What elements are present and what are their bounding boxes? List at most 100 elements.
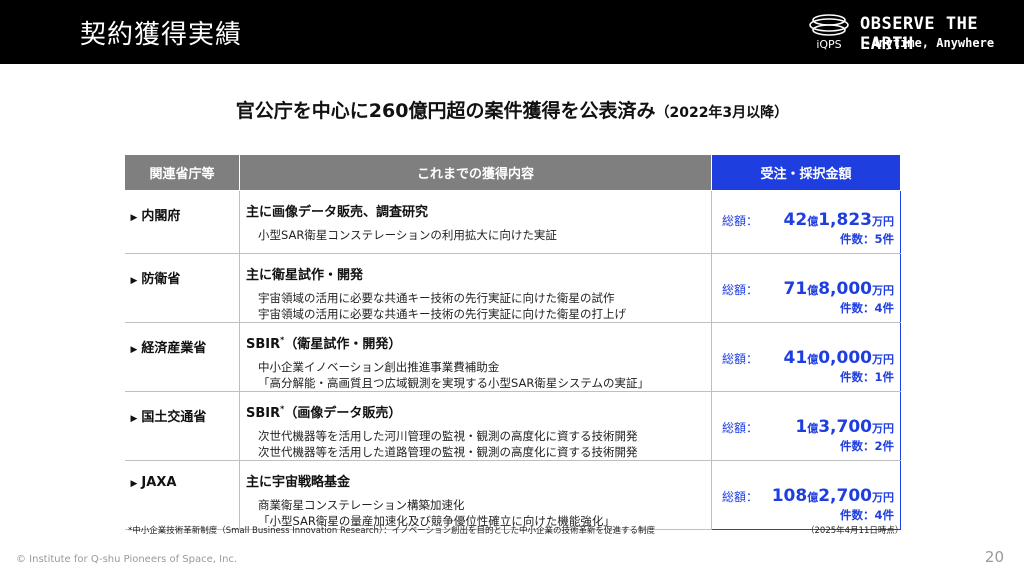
logo-text: iQPS bbox=[816, 38, 841, 51]
unit-man: 万円 bbox=[872, 284, 894, 297]
contract-count: 件数：1件 bbox=[839, 370, 894, 384]
contract-count: 件数：2件 bbox=[839, 439, 894, 453]
content-main: SBIR*（画像データ販売） bbox=[246, 402, 711, 421]
detail-line: 次世代機器等を活用した道路管理の監視・観測の高度化に資する技術開発 bbox=[258, 445, 638, 459]
amount-line: 総額： 71億8,000万円 bbox=[722, 279, 894, 299]
amount-cell: 総額： 108億2,700万円 件数：4件 bbox=[711, 460, 901, 530]
detail-line: 中小企業イノベーション創出推進事業費補助金 bbox=[258, 360, 500, 374]
unit-oku: 億 bbox=[807, 491, 819, 504]
content-cell: SBIR*（衛星試作・開発） 中小企業イノベーション創出推進事業費補助金「高分解… bbox=[239, 322, 712, 392]
agency-cell: ▶ 経済産業省 bbox=[124, 322, 240, 392]
agency-cell: ▶ 防衛省 bbox=[124, 253, 240, 323]
unit-man: 万円 bbox=[872, 491, 894, 504]
detail-line: 宇宙領域の活用に必要な共通キー技術の先行実証に向けた衛星の打上げ bbox=[258, 307, 626, 321]
amount-man: 2,700 bbox=[818, 486, 872, 506]
total-label: 総額： bbox=[722, 352, 759, 366]
content-main: 主に衛星試作・開発 bbox=[246, 264, 711, 283]
unit-oku: 億 bbox=[807, 284, 819, 297]
total-label: 総額： bbox=[722, 283, 759, 297]
amount-cell: 総額： 71億8,000万円 件数：4件 bbox=[711, 253, 901, 323]
agency-name: 防衛省 bbox=[141, 272, 181, 287]
total-label: 総額： bbox=[722, 421, 759, 435]
unit-man: 万円 bbox=[872, 422, 894, 435]
amount-oku: 1 bbox=[795, 417, 808, 437]
triangle-bullet-icon: ▶ bbox=[130, 479, 138, 489]
amount-line: 総額： 42億1,823万円 bbox=[722, 210, 894, 230]
total-label: 総額： bbox=[722, 490, 759, 504]
amount-line: 総額： 1億3,700万円 bbox=[722, 417, 894, 437]
detail-line: 宇宙領域の活用に必要な共通キー技術の先行実証に向けた衛星の試作 bbox=[258, 291, 615, 305]
content-cell: SBIR*（画像データ販売） 次世代機器等を活用した河川管理の監視・観測の高度化… bbox=[239, 391, 712, 461]
amount-man: 3,700 bbox=[818, 417, 872, 437]
triangle-bullet-icon: ▶ bbox=[130, 276, 138, 286]
content-main-text: SBIR bbox=[246, 406, 281, 421]
agency-cell: ▶ 内閣府 bbox=[124, 190, 240, 254]
agency-name: JAXA bbox=[141, 475, 177, 490]
amount-cell: 総額： 42億1,823万円 件数：5件 bbox=[711, 190, 901, 254]
content-cell: 主に宇宙戦略基金 商業衛星コンステレーション構築加速化 「小型SAR衛星の量産加速… bbox=[239, 460, 712, 530]
table-row: ▶ 防衛省 主に衛星試作・開発 宇宙領域の活用に必要な共通キー技術の先行実証に向け… bbox=[124, 253, 901, 323]
amount-man: 8,000 bbox=[818, 279, 872, 299]
amount-value: 108億2,700万円 bbox=[772, 486, 894, 506]
triangle-bullet-icon: ▶ bbox=[130, 414, 138, 424]
amount-cell: 総額： 41億0,000万円 件数：1件 bbox=[711, 322, 901, 392]
slide-title: 契約獲得実績 bbox=[80, 20, 243, 50]
as-of-date: （2025年4月11日時点） bbox=[806, 526, 904, 536]
header-bar: 契約獲得実績 iQPS OBSERVE THE EARTH -Anytime, … bbox=[0, 0, 1024, 64]
header-agency: 関連省庁等 bbox=[124, 154, 240, 191]
unit-oku: 億 bbox=[807, 422, 819, 435]
amount-line: 総額： 108億2,700万円 bbox=[722, 486, 894, 506]
amount-value: 1億3,700万円 bbox=[795, 417, 894, 437]
headline-main: 官公庁を中心に260億円超の案件獲得を公表済み bbox=[235, 100, 656, 122]
amount-oku: 71 bbox=[783, 279, 808, 299]
amount-man: 1,823 bbox=[818, 210, 872, 230]
footnote: *中小企業技術革新制度（Small Business Innovation Re… bbox=[128, 526, 656, 536]
brand-subtagline: -Anytime, Anywhere bbox=[864, 36, 995, 50]
amount-cell: 総額： 1億3,700万円 件数：2件 bbox=[711, 391, 901, 461]
contracts-table: 関連省庁等 これまでの獲得内容 受注・採択金額 ▶ 内閣府 主に画像データ販売、調… bbox=[124, 154, 901, 530]
contract-count: 件数：5件 bbox=[839, 232, 894, 246]
amount-line: 総額： 41億0,000万円 bbox=[722, 348, 894, 368]
agency-name: 内閣府 bbox=[141, 209, 181, 224]
copyright: © Institute for Q-shu Pioneers of Space,… bbox=[16, 554, 238, 565]
amount-value: 42億1,823万円 bbox=[784, 210, 894, 230]
detail-line: 小型SAR衛星コンステレーションの利用拡大に向けた実証 bbox=[258, 228, 557, 242]
table-row: ▶ JAXA 主に宇宙戦略基金 商業衛星コンステレーション構築加速化 「小型SAR衛… bbox=[124, 460, 901, 530]
content-main: 主に画像データ販売、調査研究 bbox=[246, 201, 711, 220]
unit-man: 万円 bbox=[872, 215, 894, 228]
triangle-bullet-icon: ▶ bbox=[130, 213, 138, 223]
headline-period: （2022年3月以降） bbox=[655, 105, 789, 121]
amount-oku: 41 bbox=[783, 348, 808, 368]
contract-count: 件数：4件 bbox=[839, 508, 894, 522]
content-main-text: 主に画像データ販売、調査研究 bbox=[246, 205, 429, 220]
headline: 官公庁を中心に260億円超の案件獲得を公表済み（2022年3月以降） bbox=[0, 96, 1024, 123]
agency-cell: ▶ 国土交通省 bbox=[124, 391, 240, 461]
agency-name: 経済産業省 bbox=[141, 341, 207, 356]
detail-line: 次世代機器等を活用した河川管理の監視・観測の高度化に資する技術開発 bbox=[258, 429, 638, 443]
content-main-text: 主に宇宙戦略基金 bbox=[246, 475, 351, 490]
detail-line: 「高分解能・高画質且つ広域観測を実現する小型SAR衛星システムの実証」 bbox=[258, 376, 650, 390]
content-cell: 主に画像データ販売、調査研究 小型SAR衛星コンステレーションの利用拡大に向けた… bbox=[239, 190, 712, 254]
content-main-suffix: （画像データ販売） bbox=[284, 406, 402, 421]
iqps-logo: iQPS bbox=[809, 14, 849, 51]
content-main-text: 主に衛星試作・開発 bbox=[246, 268, 364, 283]
amount-value: 71億8,000万円 bbox=[784, 279, 894, 299]
agency-name: 国土交通省 bbox=[141, 410, 207, 425]
content-main: 主に宇宙戦略基金 bbox=[246, 471, 711, 490]
unit-oku: 億 bbox=[807, 353, 819, 366]
table-header-row: 関連省庁等 これまでの獲得内容 受注・採択金額 bbox=[124, 154, 901, 191]
triangle-bullet-icon: ▶ bbox=[130, 345, 138, 355]
agency-cell: ▶ JAXA bbox=[124, 460, 240, 530]
content-main-suffix: （衛星試作・開発） bbox=[284, 337, 402, 352]
amount-man: 0,000 bbox=[818, 348, 872, 368]
content-main-text: SBIR bbox=[246, 337, 281, 352]
amount-oku: 42 bbox=[783, 210, 808, 230]
amount-value: 41億0,000万円 bbox=[784, 348, 894, 368]
unit-man: 万円 bbox=[872, 353, 894, 366]
header-amount: 受注・採択金額 bbox=[711, 154, 901, 191]
header-content: これまでの獲得内容 bbox=[239, 154, 712, 191]
content-cell: 主に衛星試作・開発 宇宙領域の活用に必要な共通キー技術の先行実証に向けた衛星の試… bbox=[239, 253, 712, 323]
table-row: ▶ 経済産業省 SBIR*（衛星試作・開発） 中小企業イノベーション創出推進事業費… bbox=[124, 322, 901, 392]
table-row: ▶ 内閣府 主に画像データ販売、調査研究 小型SAR衛星コンステレーションの利用拡… bbox=[124, 190, 901, 254]
content-main: SBIR*（衛星試作・開発） bbox=[246, 333, 711, 352]
